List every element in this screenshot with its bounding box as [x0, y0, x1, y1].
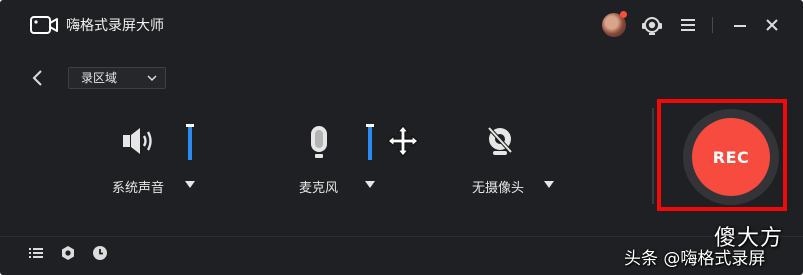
move-cursor-icon — [387, 125, 419, 157]
title-separator — [712, 17, 713, 33]
microphone-volume-knob[interactable] — [366, 124, 374, 127]
app-logo-icon — [30, 16, 58, 34]
back-arrow-icon[interactable] — [28, 66, 48, 90]
system-sound-label[interactable]: 系统声音 — [112, 177, 164, 196]
microphone-volume-slider[interactable] — [366, 124, 374, 160]
support-icon[interactable] — [640, 13, 664, 37]
title-bar: 嗨格式录屏大师 — [0, 0, 803, 50]
region-select[interactable]: 录区域 — [68, 67, 166, 89]
chevron-down-icon — [147, 75, 157, 82]
system-sound-volume-slider[interactable] — [186, 124, 194, 160]
system-sound-volume-fill — [188, 124, 192, 160]
rec-divider — [652, 108, 654, 204]
close-icon[interactable] — [760, 13, 784, 37]
microphone-icon[interactable] — [306, 124, 332, 160]
microphone-dropdown-icon[interactable] — [365, 181, 375, 188]
system-sound-dropdown-icon[interactable] — [185, 181, 195, 188]
speaker-icon[interactable] — [120, 124, 158, 158]
microphone-volume-fill — [368, 124, 372, 160]
system-sound-volume-knob[interactable] — [186, 124, 194, 127]
camera-label[interactable]: 无摄像头 — [472, 177, 524, 196]
watermark-credit: 头条 @嗨格式录屏 — [624, 249, 766, 269]
settings-icon[interactable] — [60, 245, 76, 261]
microphone-label[interactable]: 麦克风 — [299, 177, 338, 196]
camera-off-icon[interactable] — [484, 124, 516, 158]
notification-dot — [620, 11, 627, 18]
rec-button[interactable]: REC — [692, 118, 770, 196]
camera-dropdown-icon[interactable] — [544, 181, 554, 188]
menu-icon[interactable] — [676, 13, 700, 37]
clock-icon[interactable] — [92, 245, 108, 261]
list-icon[interactable] — [28, 245, 44, 261]
bottom-divider — [0, 236, 803, 237]
rec-button-label: REC — [712, 147, 750, 167]
app-title: 嗨格式录屏大师 — [66, 18, 164, 34]
minimize-icon[interactable] — [728, 13, 752, 37]
region-select-value: 录区域 — [81, 71, 118, 85]
app-window: 嗨格式录屏大师 录区域 系统声音 麦克风 无摄像头 REC 傻大方 头条 @嗨格… — [0, 0, 803, 275]
